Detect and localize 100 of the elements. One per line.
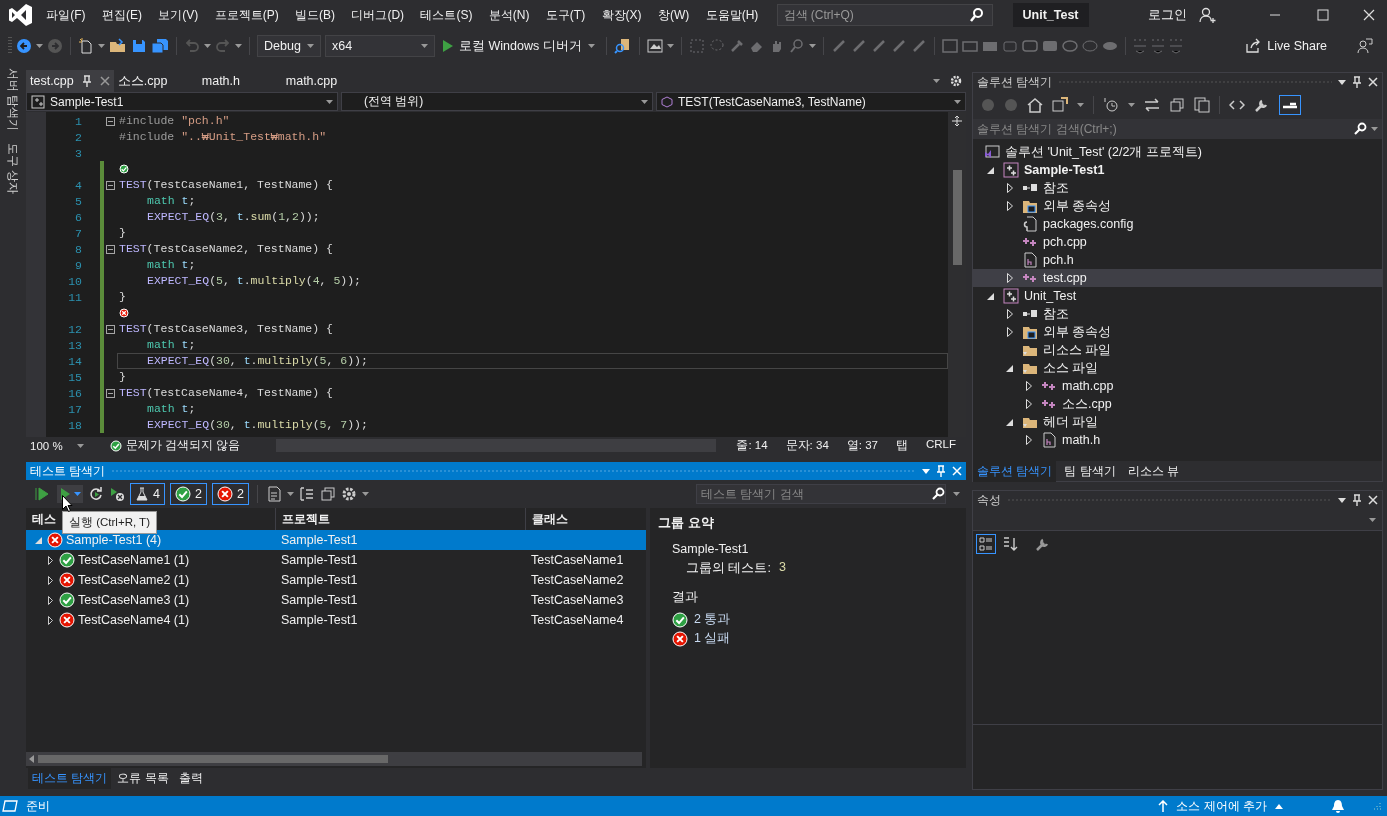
search-field[interactable]: 검색 (Ctrl+Q) [776, 4, 993, 26]
search-icon[interactable] [1353, 122, 1367, 136]
playlist-icon[interactable] [265, 486, 282, 502]
menu-item[interactable]: 확장(X) [593, 6, 650, 24]
menu-item[interactable]: 창(W) [649, 6, 698, 24]
new-item-icon[interactable] [78, 38, 94, 54]
group-by-icon[interactable] [298, 486, 315, 502]
tree-item[interactable]: 참조 [973, 179, 1382, 197]
panel-tab[interactable]: 솔루션 탐색기 [973, 460, 1057, 482]
side-tab[interactable]: 도구 상자 [3, 143, 21, 195]
menu-item[interactable]: 보기(V) [150, 6, 207, 24]
show-all-files-icon[interactable] [1194, 97, 1210, 113]
collapsed-icon[interactable] [47, 615, 53, 625]
filter-button[interactable]: 4 [130, 483, 165, 505]
bell-icon[interactable] [1331, 799, 1345, 813]
collapse-icon[interactable] [106, 324, 115, 334]
file-tab[interactable]: 소스.cpp [113, 70, 198, 92]
menu-item[interactable]: 도구(T) [537, 6, 594, 24]
test-row[interactable]: Sample-Test1 (4) Sample-Test1 [26, 530, 646, 550]
test-row[interactable]: TestCaseName2 (1) Sample-Test1 TestCaseName2 [26, 570, 646, 590]
expanded-icon[interactable] [1006, 364, 1013, 372]
test-row[interactable]: TestCaseName1 (1) Sample-Test1 TestCaseName1 [26, 550, 646, 570]
filter-button[interactable]: 2 [211, 483, 249, 505]
search-icon[interactable] [931, 487, 945, 501]
back-icon[interactable] [16, 38, 32, 54]
panel-tab[interactable]: 출력 [174, 767, 207, 789]
horizontal-scrollbar[interactable] [26, 752, 642, 766]
tree-item[interactable]: Sample-Test1 [973, 161, 1382, 179]
tree-item[interactable]: 소스 파일 [973, 359, 1382, 377]
collapsed-icon[interactable] [1025, 381, 1032, 391]
gear-icon[interactable] [950, 75, 962, 87]
wrench-icon[interactable] [1034, 536, 1050, 552]
cancel-run-icon[interactable] [109, 486, 125, 502]
column-header[interactable]: 클래스 [526, 508, 646, 530]
switch-views-icon[interactable] [1052, 97, 1068, 113]
collapse-all-icon[interactable] [319, 486, 336, 502]
collapsed-icon[interactable] [1025, 399, 1032, 409]
source-control-button[interactable]: 소스 제어에 추가 [1176, 797, 1267, 815]
menu-item[interactable]: 빌드(B) [286, 6, 344, 24]
pin-icon[interactable] [1352, 76, 1362, 88]
wrench-icon[interactable] [1254, 97, 1270, 113]
zoom-dropdown[interactable]: 100 % [26, 439, 84, 452]
test-row[interactable]: TestCaseName4 (1) Sample-Test1 TestCaseName4 [26, 610, 646, 630]
menu-item[interactable]: 도움말(H) [697, 6, 767, 24]
collapsed-icon[interactable] [1006, 309, 1013, 319]
tree-item[interactable]: packages.config [973, 215, 1382, 233]
tree-item[interactable]: math.h [973, 431, 1382, 449]
caret-icon[interactable] [1338, 79, 1346, 85]
collapsed-icon[interactable] [1006, 327, 1013, 337]
scrollbar-thumb[interactable] [952, 170, 962, 265]
tree-item[interactable]: pch.h [973, 251, 1382, 269]
menu-item[interactable]: 프로젝트(P) [206, 6, 287, 24]
expanded-icon[interactable] [987, 166, 994, 174]
result-link[interactable]: 1 실패 [694, 630, 731, 647]
caret-icon[interactable] [1338, 497, 1346, 503]
tree-item[interactable]: 외부 종속성 [973, 197, 1382, 215]
file-tab[interactable]: test.cpp [26, 70, 114, 92]
menu-item[interactable]: 디버그(D) [343, 6, 413, 24]
tree-item[interactable]: test.cpp [973, 269, 1382, 287]
start-debugging-button[interactable]: 로컬 Windows 디버거 [439, 35, 599, 57]
sign-in-link[interactable]: 로그인 [1148, 6, 1187, 24]
tree-item[interactable]: 리소스 파일 [973, 341, 1382, 359]
collapse-all-icon[interactable] [1169, 97, 1185, 113]
run-all-icon[interactable] [34, 487, 50, 501]
tree-item[interactable]: Unit_Test [973, 287, 1382, 305]
panel-tab[interactable]: 테스트 탐색기 [28, 767, 112, 789]
person-icon[interactable] [1199, 7, 1217, 23]
panel-tab[interactable]: 팀 탐색기 [1060, 460, 1120, 482]
collapse-icon[interactable] [106, 180, 115, 190]
tree-item[interactable]: pch.cpp [973, 233, 1382, 251]
file-tab[interactable]: math.cpp [281, 70, 366, 92]
save-all-icon[interactable] [151, 38, 169, 54]
sync-icon[interactable] [1144, 97, 1160, 113]
search-field[interactable]: 솔루션 탐색기 검색(Ctrl+;) [973, 119, 1382, 139]
collapsed-icon[interactable] [1006, 183, 1013, 193]
pin-icon[interactable] [81, 75, 92, 87]
test-row[interactable]: TestCaseName3 (1) Sample-Test1 TestCaseName3 [26, 590, 646, 610]
collapsed-icon[interactable] [1025, 435, 1032, 445]
scope-dropdown[interactable]: (전역 범위) [341, 92, 653, 111]
result-link[interactable]: 2 통과 [694, 611, 731, 628]
search-field[interactable]: 테스트 탐색기 검색 [696, 484, 946, 504]
collapse-icon[interactable] [106, 388, 115, 398]
tree-item[interactable]: 솔루션 'Unit_Test' (2/2개 프로젝트) [973, 143, 1382, 161]
caret-icon[interactable] [922, 468, 930, 474]
history-icon[interactable] [1103, 97, 1119, 113]
file-tab[interactable]: math.h [197, 70, 282, 92]
split-icon[interactable] [952, 116, 962, 126]
tree-item[interactable]: 헤더 파일 [973, 413, 1382, 431]
collapsed-icon[interactable] [47, 555, 53, 565]
home-icon[interactable] [1027, 97, 1043, 113]
filter-button[interactable]: 2 [169, 483, 207, 505]
menu-item[interactable]: 파일(F) [38, 6, 94, 24]
sort-icon[interactable] [1002, 536, 1018, 552]
panel-tab[interactable]: 리소스 뷰 [1123, 460, 1184, 482]
collapse-icon[interactable] [106, 244, 115, 254]
collapsed-icon[interactable] [1006, 201, 1013, 211]
save-icon[interactable] [131, 38, 147, 54]
search-icon[interactable] [967, 7, 986, 23]
feedback-icon[interactable] [1357, 38, 1373, 54]
categorized-icon[interactable] [978, 536, 994, 552]
